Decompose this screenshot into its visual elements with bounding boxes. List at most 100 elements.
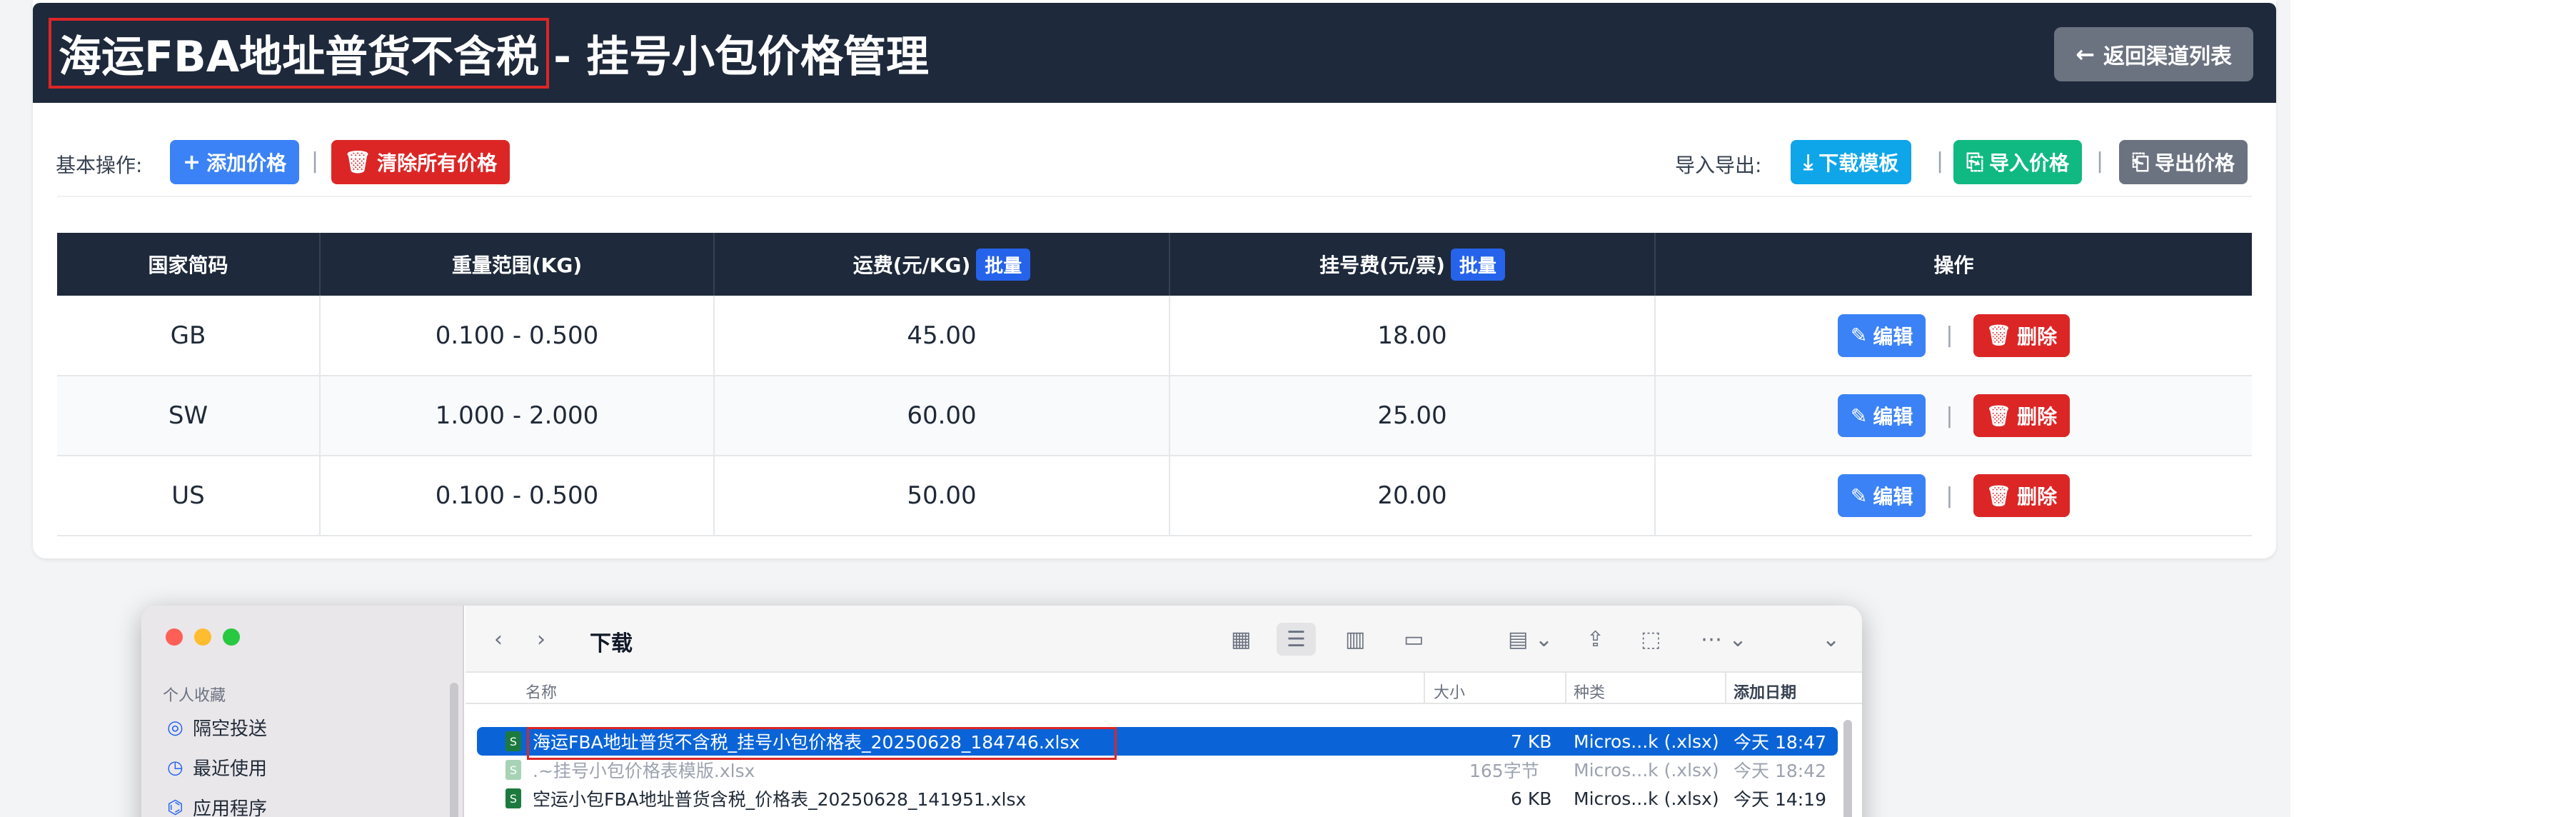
clear-all-label: 清除所有价格 (377, 151, 498, 175)
chevron-down-icon: ⌄ (1822, 626, 1841, 652)
export-prices-label: 导出价格 (2155, 151, 2235, 175)
edit-button[interactable]: ✎ 编辑 (1837, 474, 1926, 517)
ops-divider (57, 196, 2252, 197)
gallery-view-button[interactable]: ▭ (1404, 623, 1424, 656)
back-nav-button[interactable]: ‹ (494, 623, 503, 656)
col-size[interactable]: 大小 (1434, 680, 1465, 703)
cell-weight: 0.100 - 0.500 (320, 296, 715, 376)
column-divider (1725, 673, 1726, 704)
back-button-label: 返回渠道列表 (2103, 44, 2232, 69)
selected-file-highlight (527, 727, 1117, 760)
background-strip (2290, 0, 2576, 817)
page-header: 海运FBA地址普货不含税 - 挂号小包价格管理 ← 返回渠道列表 (33, 3, 2276, 103)
edit-icon: ✎ (1850, 483, 1868, 508)
sidebar-scrollbar[interactable] (450, 683, 458, 817)
column-divider (1565, 673, 1566, 704)
close-window-button[interactable] (166, 628, 183, 646)
sidebar-item-airdrop[interactable]: ◎ 隔空投送 (167, 714, 267, 741)
file-kind: Micros...k (.xlsx) (1574, 759, 1719, 781)
spreadsheet-file-icon: S (505, 788, 521, 808)
cell-weight: 0.100 - 0.500 (320, 456, 715, 536)
list-icon: ☰ (1287, 626, 1306, 652)
add-price-button[interactable]: + 添加价格 (170, 140, 300, 184)
page-title: 海运FBA地址普货不含税 - 挂号小包价格管理 (49, 17, 929, 89)
file-list-header: 名称 大小 种类 添加日期 ⌄ (466, 673, 1862, 704)
sidebar-favorites-header: 个人收藏 (163, 687, 226, 705)
col-name[interactable]: 名称 (525, 680, 557, 703)
chevron-left-icon: ‹ (494, 626, 503, 652)
cell-reg-fee: 20.00 (1169, 456, 1656, 536)
file-size: 6 KB (1511, 788, 1552, 809)
import-export-label: 导入导出: (1675, 154, 1762, 177)
finder-folder-title: 下载 (590, 631, 633, 656)
title-channel-name: 海运FBA地址普货不含税 (49, 17, 550, 89)
forward-nav-button[interactable]: › (537, 623, 545, 656)
sidebar-item-recents[interactable]: ◷ 最近使用 (167, 754, 267, 781)
cell-freight: 60.00 (714, 376, 1170, 456)
zoom-window-button[interactable] (223, 628, 240, 646)
icon-view-button[interactable]: ▦ (1231, 623, 1251, 656)
ellipsis-circle-icon: ⋯ ⌄ (1701, 626, 1747, 652)
batch-reg-fee-button[interactable]: 批量 (1450, 248, 1505, 281)
chevron-right-icon: › (537, 626, 545, 652)
list-view-button[interactable]: ☰ (1277, 623, 1316, 656)
separator: | (2096, 149, 2104, 174)
delete-button[interactable]: 🗑 删除 (1973, 394, 2071, 437)
more-actions-button[interactable]: ⋯ ⌄ (1701, 623, 1747, 656)
gallery-icon: ▭ (1404, 626, 1424, 652)
trash-icon: 🗑 (1986, 483, 2012, 508)
batch-freight-button[interactable]: 批量 (976, 248, 1031, 281)
delete-button[interactable]: 🗑 删除 (1973, 314, 2071, 357)
export-prices-button[interactable]: ⎗ 导出价格 (2119, 140, 2248, 184)
airdrop-icon: ◎ (167, 716, 183, 738)
applications-icon: ⌬ (167, 796, 183, 817)
trash-icon: 🗑 (1986, 404, 2012, 428)
back-to-channels-button[interactable]: ← 返回渠道列表 (2054, 27, 2253, 81)
edit-icon: ✎ (1850, 324, 1868, 347)
edit-button[interactable]: ✎ 编辑 (1837, 394, 1926, 437)
download-template-button[interactable]: ⤓ 下载模板 (1791, 140, 1912, 184)
col-country: 国家简码 (57, 233, 321, 296)
separator: | (1946, 323, 1953, 348)
import-prices-button[interactable]: ⎘ 导入价格 (1953, 140, 2083, 184)
file-kind: Micros...k (.xlsx) (1574, 788, 1719, 809)
file-row[interactable]: S .~挂号小包价格表模版.xlsx 165字节 Micros...k (.xl… (477, 756, 1838, 784)
tag-button[interactable]: ⬚ (1641, 623, 1661, 656)
col-reg-fee: 挂号费(元/票) 批量 (1169, 233, 1656, 296)
cell-country: SW (57, 376, 321, 456)
add-price-label: 添加价格 (206, 151, 287, 175)
file-row[interactable]: S 空运小包FBA地址普货含税_价格表_20250628_141951.xlsx… (477, 784, 1838, 813)
import-prices-label: 导入价格 (1989, 151, 2070, 175)
separator: | (1936, 149, 1944, 174)
clear-all-prices-button[interactable]: 🗑 清除所有价格 (331, 140, 510, 184)
columns-icon: ▥ (1345, 626, 1366, 652)
trash-icon: 🗑 (1986, 324, 2012, 347)
window-controls (166, 628, 240, 646)
finder-main: ‹ › 下载 ▦ ☰ ▥ ▭ ▤ ⌄ ⇪ ⬚ ⋯ ⌄ ⌄ ® ⌄ ⌕ 名称 大小… (466, 606, 1862, 817)
column-view-button[interactable]: ▥ (1345, 623, 1365, 656)
cell-weight: 1.000 - 2.000 (320, 376, 715, 456)
finder-toolbar: ‹ › 下载 ▦ ☰ ▥ ▭ ▤ ⌄ ⇪ ⬚ ⋯ ⌄ ⌄ ® ⌄ ⌕ (466, 606, 1862, 673)
separator: | (1946, 403, 1953, 428)
sidebar-item-applications[interactable]: ⌬ 应用程序 (167, 794, 267, 817)
share-button[interactable]: ⇪ (1586, 623, 1604, 656)
arrow-left-icon: ← (2076, 41, 2095, 68)
cell-reg-fee: 25.00 (1169, 376, 1656, 456)
title-suffix: - 挂号小包价格管理 (553, 31, 929, 82)
cell-actions: ✎ 编辑 | 🗑 删除 (1655, 296, 2252, 376)
col-kind[interactable]: 种类 (1574, 680, 1605, 703)
col-date-added[interactable]: 添加日期 (1734, 680, 1796, 703)
file-list-scrollbar[interactable] (1843, 720, 1852, 817)
delete-button[interactable]: 🗑 删除 (1973, 474, 2071, 517)
dropdown-button[interactable]: ⌄ (1822, 623, 1840, 656)
col-action: 操作 (1655, 233, 2252, 296)
edit-button[interactable]: ✎ 编辑 (1837, 314, 1926, 357)
group-icon: ▤ ⌄ (1508, 626, 1554, 652)
minimize-window-button[interactable] (194, 628, 211, 646)
group-by-button[interactable]: ▤ ⌄ (1508, 623, 1553, 656)
cell-country: US (57, 456, 321, 536)
file-name: 空运小包FBA地址普货含税_价格表_20250628_141951.xlsx (533, 789, 1027, 810)
column-divider (1424, 673, 1425, 704)
plus-icon: + (183, 149, 201, 175)
file-size: 165字节 (1469, 761, 1539, 781)
